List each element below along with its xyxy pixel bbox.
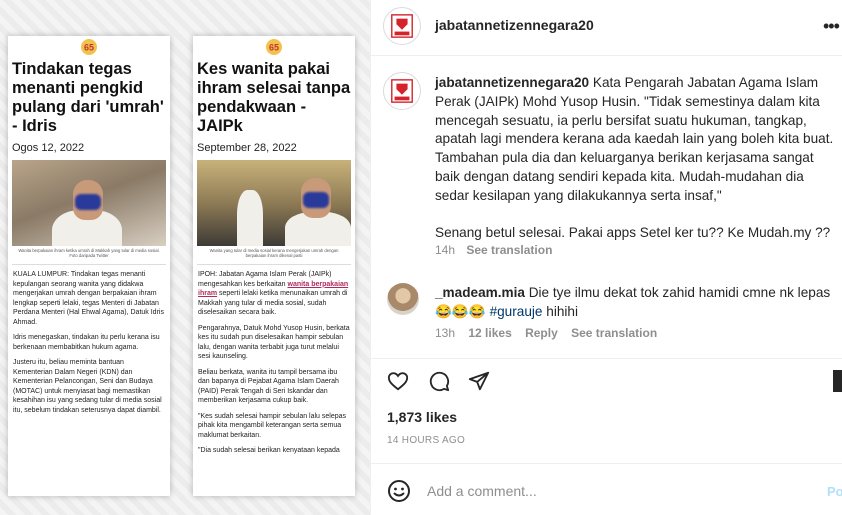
- like-count[interactable]: 1,873 likes: [387, 409, 457, 425]
- post-username[interactable]: jabatannetizennegara20: [435, 17, 594, 33]
- article-photo: [12, 160, 166, 246]
- article-date: September 28, 2022: [197, 142, 297, 154]
- article-paragraph: KUALA LUMPUR: Tindakan tegas menanti kep…: [13, 271, 164, 326]
- article-card-1: 65 Tindakan tegas menanti pengkid pulang…: [8, 36, 170, 496]
- comment-hashtag[interactable]: #gurauje: [490, 304, 543, 319]
- share-icon[interactable]: [468, 370, 490, 392]
- article-body: KUALA LUMPUR: Tindakan tegas menanti kep…: [8, 270, 170, 415]
- divider: [371, 55, 842, 56]
- article-paragraph: "Kes sudah selesai hampir sebulan lalu s…: [198, 412, 347, 439]
- see-translation-button[interactable]: See translation: [466, 243, 552, 257]
- comment-icon[interactable]: [428, 370, 450, 392]
- divider: [371, 463, 842, 464]
- profile-avatar[interactable]: [383, 7, 421, 45]
- more-options-icon[interactable]: •••: [823, 16, 840, 37]
- photo-caption: Wanita berpakaian ihram ketika umrah di …: [18, 248, 160, 258]
- article-date: Ogos 12, 2022: [12, 142, 85, 154]
- comment-text-after: hihihi: [542, 304, 579, 319]
- article-paragraph: Pengarahnya, Datuk Mohd Yusop Husin, ber…: [198, 324, 350, 361]
- article-paragraph: Idris menegaskan, tindakan itu perlu ker…: [13, 334, 160, 351]
- svg-text:65: 65: [269, 43, 279, 53]
- article-paragraph: Justeru itu, beliau meminta bantuan Keme…: [13, 359, 162, 414]
- caption-time[interactable]: 14h: [435, 243, 455, 257]
- article-paragraph: Beliau berkata, wanita itu tampil bersam…: [198, 368, 339, 405]
- divider: [12, 264, 166, 265]
- article-title: Tindakan tegas menanti pengkid pulang da…: [12, 60, 164, 135]
- add-comment-input[interactable]: [427, 481, 807, 501]
- caption-extra-text: Senang betul selesai. Pakai apps Setel k…: [435, 224, 831, 240]
- comment-time[interactable]: 13h: [435, 326, 455, 340]
- post-media[interactable]: 65 Tindakan tegas menanti pengkid pulang…: [0, 0, 370, 515]
- photo-blur-mask: [75, 194, 101, 210]
- reply-button[interactable]: Reply: [525, 326, 558, 340]
- article-title: Kes wanita pakai ihram selesai tanpa pen…: [197, 60, 351, 135]
- bookmark-icon[interactable]: [833, 370, 842, 392]
- comment-item: _madeam.mia Die tye ilmu dekat tok zahid…: [435, 283, 835, 321]
- article-photo: [197, 160, 351, 246]
- paragraph-text: seperti lelaki ketika menunaikan umrah d…: [198, 290, 348, 316]
- caption-avatar[interactable]: [383, 72, 421, 110]
- post-sidebar: jabatannetizennegara20 ••• jabatannetize…: [370, 0, 842, 515]
- avatar-image: [387, 283, 419, 315]
- caption-username[interactable]: jabatannetizennegara20: [435, 75, 589, 90]
- post-comment-button[interactable]: Post: [827, 484, 842, 499]
- emoji-icon[interactable]: [387, 479, 411, 503]
- divider: [371, 358, 842, 359]
- commenter-avatar[interactable]: [387, 283, 419, 315]
- article-paragraph: IPOH: Jabatan Agama Islam Perak (JAIPk) …: [198, 270, 350, 318]
- divider: [197, 264, 351, 265]
- article-card-2: 65 Kes wanita pakai ihram selesai tanpa …: [193, 36, 355, 496]
- see-translation-button[interactable]: See translation: [571, 326, 657, 340]
- svg-text:65: 65: [84, 43, 94, 53]
- caption-meta: 14h See translation: [435, 243, 560, 257]
- photo-blur-mask: [303, 192, 329, 208]
- caption-text: Kata Pengarah Jabatan Agama Islam Perak …: [435, 75, 834, 203]
- comment-likes[interactable]: 12 likes: [468, 326, 511, 340]
- anniversary-65-logo-icon: 65: [266, 39, 282, 55]
- brand-logo-icon: [391, 14, 413, 38]
- article-body: IPOH: Jabatan Agama Islam Perak (JAIPk) …: [193, 270, 355, 456]
- photo-caption: Wanita yang tular di media sosial kerana…: [209, 248, 339, 258]
- post-caption: jabatannetizennegara20 Kata Pengarah Jab…: [435, 74, 840, 242]
- article-paragraph: "Dia sudah selesai berikan kenyataan kep…: [198, 447, 340, 454]
- comment-meta: 13h 12 likes Reply See translation: [435, 326, 667, 340]
- comment-username[interactable]: _madeam.mia: [435, 285, 525, 300]
- post-time[interactable]: 14 HOURS AGO: [387, 435, 465, 446]
- brand-logo-icon: [391, 79, 413, 103]
- anniversary-65-logo-icon: 65: [81, 39, 97, 55]
- photo-figure: [237, 190, 263, 246]
- heart-icon[interactable]: [387, 370, 409, 392]
